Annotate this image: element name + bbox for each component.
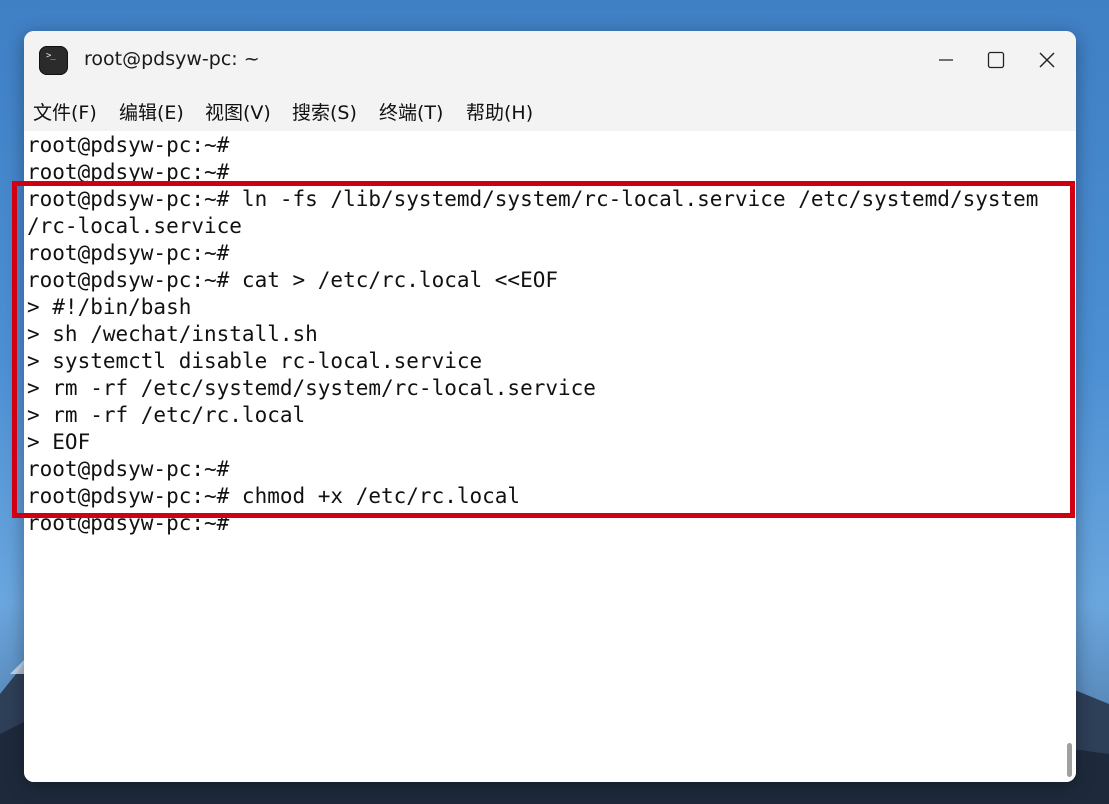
terminal-line: root@pdsyw-pc:~# [27, 133, 230, 157]
menu-bar: 文件(F) 编辑(E) 视图(V) 搜索(S) 终端(T) 帮助(H) [24, 89, 1076, 131]
close-button[interactable] [1027, 41, 1067, 79]
terminal-line: root@pdsyw-pc:~# ln -fs /lib/systemd/sys… [27, 187, 1039, 211]
terminal-app-icon: >_ [39, 46, 68, 75]
terminal-window: >_ root@pdsyw-pc: ~ 文件(F) 编辑(E) 视图(V) 搜索… [24, 31, 1076, 782]
menu-view[interactable]: 视图(V) [205, 98, 271, 125]
terminal-line: > rm -rf /etc/systemd/system/rc-local.se… [27, 376, 596, 400]
title-bar: >_ root@pdsyw-pc: ~ [24, 31, 1076, 89]
terminal-line: /rc-local.service [27, 214, 242, 238]
terminal-line: > sh /wechat/install.sh [27, 322, 318, 346]
minimize-icon [939, 59, 953, 61]
window-title: root@pdsyw-pc: ~ [84, 48, 260, 70]
menu-file[interactable]: 文件(F) [33, 98, 97, 125]
terminal-line: root@pdsyw-pc:~# chmod +x /etc/rc.local [27, 484, 521, 508]
terminal-line: > systemctl disable rc-local.service [27, 349, 483, 373]
maximize-button[interactable] [976, 41, 1016, 79]
terminal-line: root@pdsyw-pc:~# [27, 241, 230, 265]
close-icon [1039, 52, 1055, 68]
terminal-output[interactable]: root@pdsyw-pc:~# root@pdsyw-pc:~# root@p… [24, 131, 1064, 782]
menu-edit[interactable]: 编辑(E) [119, 98, 184, 125]
scrollbar-thumb[interactable] [1067, 743, 1072, 777]
terminal-line: root@pdsyw-pc:~# cat > /etc/rc.local <<E… [27, 268, 559, 292]
terminal-prompt-glyph: >_ [46, 51, 56, 61]
terminal-line: root@pdsyw-pc:~# [27, 511, 230, 535]
maximize-icon [987, 51, 1005, 69]
menu-search[interactable]: 搜索(S) [292, 98, 357, 125]
terminal-line: > EOF [27, 430, 91, 454]
terminal-line: root@pdsyw-pc:~# [27, 160, 230, 184]
terminal-line: root@pdsyw-pc:~# [27, 457, 230, 481]
terminal-line: > #!/bin/bash [27, 295, 192, 319]
menu-terminal[interactable]: 终端(T) [379, 98, 443, 125]
minimize-button[interactable] [926, 41, 966, 79]
vertical-scrollbar[interactable] [1065, 131, 1076, 782]
terminal-line: > rm -rf /etc/rc.local [27, 403, 306, 427]
menu-help[interactable]: 帮助(H) [466, 98, 533, 125]
